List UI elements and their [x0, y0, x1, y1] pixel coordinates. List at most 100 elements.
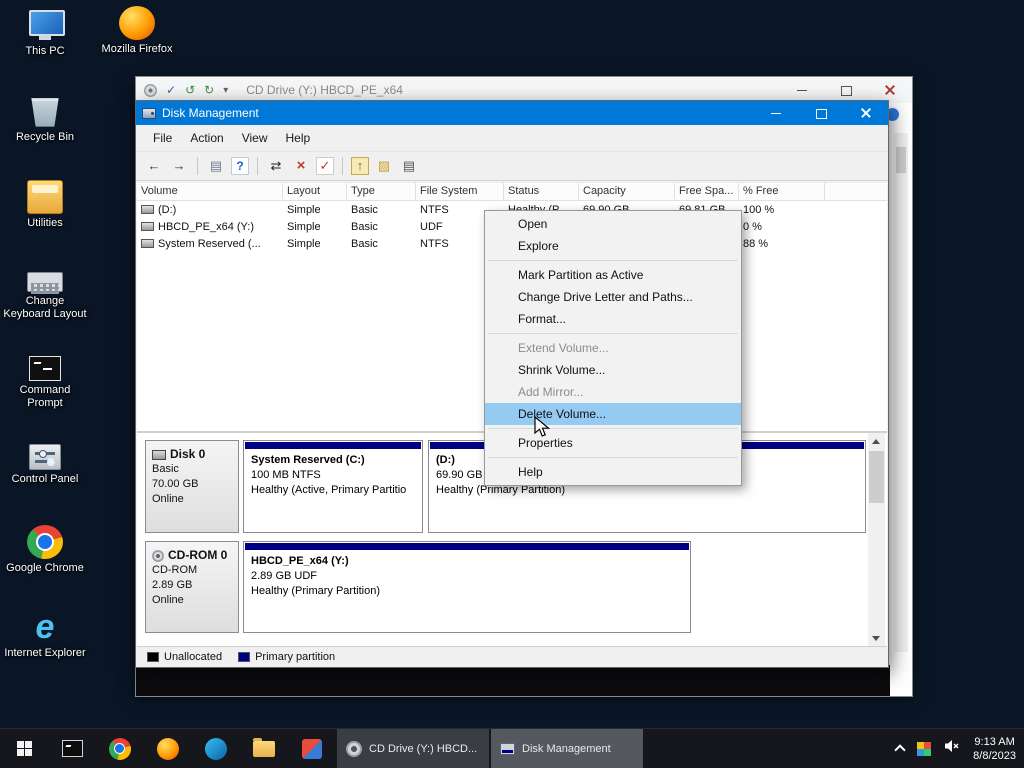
volume-icon	[141, 205, 154, 214]
properties-icon[interactable]: ✓	[166, 83, 176, 97]
context-menu-item-explore[interactable]: Explore	[485, 235, 741, 257]
undo-icon[interactable]: ↺	[185, 83, 195, 97]
cell-volume: HBCD_PE_x64 (Y:)	[158, 220, 254, 233]
context-menu-item-shrink-volume[interactable]: Shrink Volume...	[485, 359, 741, 381]
tray-colored-icon[interactable]	[917, 741, 932, 756]
context-menu-item-format[interactable]: Format...	[485, 308, 741, 330]
context-menu: Open Explore Mark Partition as Active Ch…	[484, 210, 742, 486]
delete-icon[interactable]: ×	[291, 156, 311, 176]
tray-clock[interactable]: 9:13 AM 8/8/2023	[973, 735, 1016, 763]
disk-status: Online	[152, 594, 184, 606]
menu-file[interactable]: File	[144, 128, 181, 148]
chevron-down-icon[interactable]: ▾	[223, 85, 228, 96]
list-view-icon[interactable]: ▤	[399, 156, 419, 176]
control-panel-icon	[29, 444, 61, 470]
context-menu-item-delete-volume[interactable]: Delete Volume...	[485, 403, 741, 425]
column-header-filler	[825, 183, 887, 200]
column-header-freespace[interactable]: Free Spa...	[675, 183, 739, 200]
scroll-down-icon[interactable]	[868, 630, 885, 647]
system-tray: 9:13 AM 8/8/2023	[894, 729, 1024, 768]
partition-system-reserved[interactable]: System Reserved (C:) 100 MB NTFS Healthy…	[243, 440, 423, 533]
scroll-up-icon[interactable]	[868, 433, 885, 450]
cell-type: Basic	[351, 237, 378, 250]
context-menu-item-open[interactable]: Open	[485, 213, 741, 235]
context-menu-item-mark-active[interactable]: Mark Partition as Active	[485, 264, 741, 286]
taskbar-icon-app[interactable]	[288, 729, 336, 768]
windows-logo-icon	[16, 741, 32, 756]
cell-type: Basic	[351, 220, 378, 233]
taskbar-icon-file-explorer[interactable]	[240, 729, 288, 768]
desktop-icon-control-panel[interactable]: Control Panel	[3, 440, 87, 486]
context-menu-item-change-drive-letter[interactable]: Change Drive Letter and Paths...	[485, 286, 741, 308]
taskbar-icon-chrome[interactable]	[96, 729, 144, 768]
close-button[interactable]	[843, 101, 888, 125]
legend-unallocated: Unallocated	[147, 651, 222, 663]
taskbar-icon-edge[interactable]	[192, 729, 240, 768]
panes-icon[interactable]: ▤	[206, 156, 226, 176]
desktop-icon-command-prompt[interactable]: Command Prompt	[3, 352, 87, 410]
menu-separator	[488, 260, 738, 261]
desktop-icon-internet-explorer[interactable]: e Internet Explorer	[3, 610, 87, 660]
back-icon[interactable]: ←	[144, 156, 164, 176]
cdrom0-label-panel[interactable]: CD-ROM 0 CD-ROM 2.89 GB Online	[145, 541, 239, 633]
help-icon[interactable]: ?	[231, 157, 249, 175]
partition-title: System Reserved (C:)	[251, 454, 365, 466]
up-folder-icon[interactable]: ↑	[351, 157, 369, 175]
taskbar-button-disk-management[interactable]: Disk Management	[491, 729, 643, 768]
chrome-icon	[27, 525, 63, 559]
column-header-type[interactable]: Type	[347, 183, 416, 200]
context-menu-item-properties[interactable]: Properties	[485, 432, 741, 454]
desktop-icon-recycle-bin[interactable]: Recycle Bin	[3, 94, 87, 144]
command-prompt-icon	[61, 740, 83, 757]
forward-icon[interactable]: →	[169, 156, 189, 176]
desktop-icon-change-keyboard-layout[interactable]: Change Keyboard Layout	[3, 265, 87, 321]
disk-name: CD-ROM 0	[168, 548, 228, 562]
context-menu-item-help[interactable]: Help	[485, 461, 741, 483]
disk0-label-panel[interactable]: Disk 0 Basic 70.00 GB Online	[145, 440, 239, 533]
desktop-icon-utilities[interactable]: Utilities	[3, 180, 87, 230]
explorer-scrollbar-thumb[interactable]	[896, 147, 906, 173]
partition-hbcd[interactable]: HBCD_PE_x64 (Y:) 2.89 GB UDF Healthy (Pr…	[243, 541, 691, 633]
chrome-icon	[109, 737, 131, 760]
start-button[interactable]	[0, 729, 48, 768]
desktop-icon-google-chrome[interactable]: Google Chrome	[3, 525, 87, 575]
maximize-button[interactable]	[798, 101, 843, 125]
menu-help[interactable]: Help	[277, 128, 320, 148]
menu-action[interactable]: Action	[181, 128, 232, 148]
column-header-capacity[interactable]: Capacity	[579, 183, 675, 200]
taskbar-icon-command-prompt[interactable]	[48, 729, 96, 768]
column-header-pctfree[interactable]: % Free	[739, 183, 825, 200]
column-header-filesystem[interactable]: File System	[416, 183, 504, 200]
disk-management-titlebar[interactable]: Disk Management	[136, 101, 888, 125]
desktop-icon-label: Google Chrome	[6, 562, 84, 574]
volume-muted-icon[interactable]	[944, 739, 960, 758]
tray-time: 9:13 AM	[974, 735, 1015, 748]
toolbar-separator	[197, 157, 198, 175]
partition-title: HBCD_PE_x64 (Y:)	[251, 555, 349, 567]
partition-status: Healthy (Active, Primary Partitio	[251, 484, 407, 496]
refresh-icon[interactable]: ⇄	[266, 156, 286, 176]
menu-view[interactable]: View	[233, 128, 277, 148]
column-header-status[interactable]: Status	[504, 183, 579, 200]
disk-type: Basic	[152, 463, 179, 475]
menu-separator	[488, 457, 738, 458]
minimize-button[interactable]	[753, 101, 798, 125]
desktop-icon-firefox[interactable]: Mozilla Firefox	[95, 6, 179, 56]
cd-drive-icon	[144, 83, 157, 97]
menu-separator	[488, 428, 738, 429]
redo-icon[interactable]: ↻	[204, 83, 214, 97]
folder-icon	[253, 737, 275, 757]
graph-scrollbar[interactable]	[868, 433, 885, 647]
scrollbar-thumb[interactable]	[869, 451, 884, 503]
taskbar-button-cd-drive[interactable]: CD Drive (Y:) HBCD...	[337, 729, 489, 768]
taskbar-icon-firefox[interactable]	[144, 729, 192, 768]
folder-icon[interactable]: ▨	[374, 156, 394, 176]
column-header-volume[interactable]: Volume	[137, 183, 283, 200]
explorer-scrollbar[interactable]	[894, 133, 908, 652]
column-header-layout[interactable]: Layout	[283, 183, 347, 200]
this-pc-icon	[27, 8, 65, 42]
check-icon[interactable]: ✓	[316, 157, 334, 175]
desktop-icon-this-pc[interactable]: This PC	[3, 8, 87, 58]
desktop-icon-label: This PC	[25, 45, 65, 57]
tray-expand-icon[interactable]	[894, 744, 906, 756]
